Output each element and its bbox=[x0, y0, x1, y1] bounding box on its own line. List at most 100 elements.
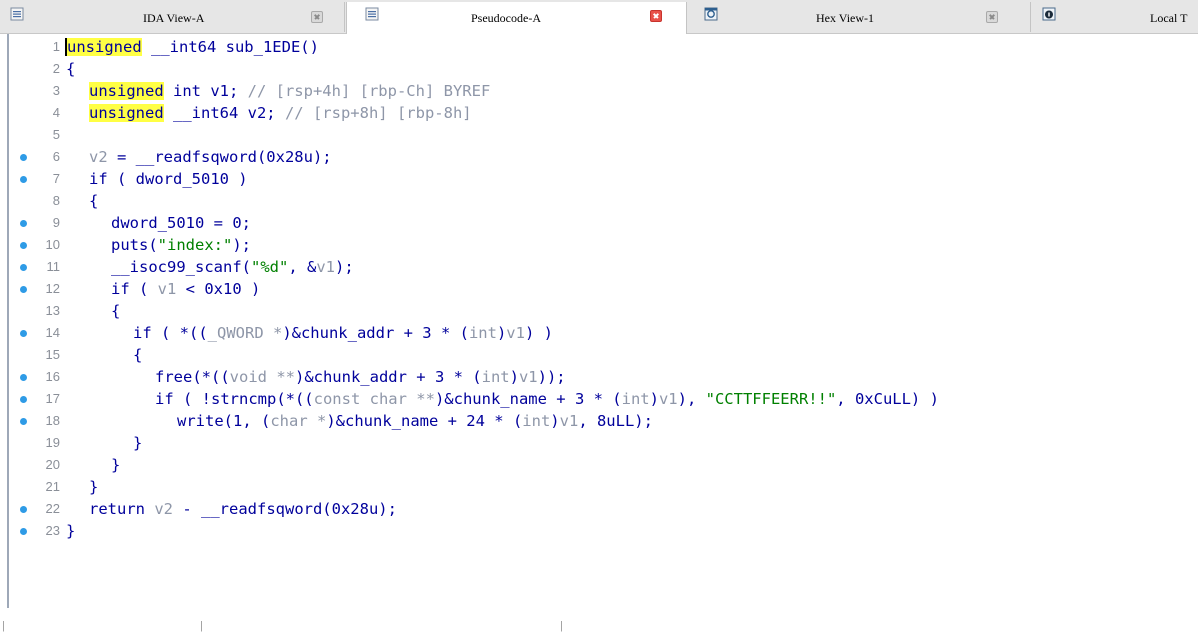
line-number: 12 bbox=[45, 281, 60, 296]
line-number: 6 bbox=[52, 149, 60, 164]
breakpoint-dot[interactable] bbox=[20, 176, 27, 183]
code-line[interactable]: 13 { bbox=[0, 300, 1198, 322]
line-number: 2 bbox=[52, 61, 60, 76]
tab-hex-view-1[interactable]: Hex View-1 bbox=[688, 2, 1031, 32]
code-type: int bbox=[468, 324, 497, 342]
code-line[interactable]: 7 if ( dword_5010 ) bbox=[0, 168, 1198, 190]
line-number: 13 bbox=[45, 303, 60, 318]
code-text: { bbox=[66, 60, 76, 78]
code-line[interactable]: 19 } bbox=[0, 432, 1198, 454]
breakpoint-dot[interactable] bbox=[20, 506, 27, 513]
status-divider: | bbox=[200, 620, 203, 632]
breakpoint-dot[interactable] bbox=[20, 220, 27, 227]
code-token: )&chunk_name + 3 * ( bbox=[434, 390, 622, 408]
code-token: < 0x10 ) bbox=[176, 280, 261, 298]
line-number: 9 bbox=[52, 215, 60, 230]
code-line[interactable]: 6 v2 = __readfsqword(0x28u); bbox=[0, 146, 1198, 168]
code-token: )); bbox=[537, 368, 566, 386]
tab-label: Hex View-1 bbox=[816, 11, 875, 25]
breakpoint-dot[interactable] bbox=[20, 242, 27, 249]
code-token: if ( *(( bbox=[133, 324, 208, 342]
code-line[interactable]: 18 write(1, (char *)&chunk_name + 24 * (… bbox=[0, 410, 1198, 432]
code-text: write(1, (char *)&chunk_name + 24 * (int… bbox=[177, 411, 653, 431]
code-comment: // [rsp+8h] [rbp-8h] bbox=[275, 104, 472, 122]
code-token: ) bbox=[509, 368, 519, 386]
line-number: 19 bbox=[45, 435, 60, 450]
code-line[interactable]: 2 { bbox=[0, 58, 1198, 80]
code-text: } bbox=[111, 456, 121, 474]
code-string: "%d" bbox=[250, 258, 289, 276]
code-string: "CCTTFFEERR!!" bbox=[705, 390, 837, 408]
line-number: 14 bbox=[45, 325, 60, 340]
code-text: } bbox=[89, 478, 99, 496]
code-line[interactable]: 15 { bbox=[0, 344, 1198, 366]
code-text: } bbox=[133, 434, 143, 452]
tab-label: Local T bbox=[1150, 11, 1188, 25]
breakpoint-dot[interactable] bbox=[20, 418, 27, 425]
status-divider: | bbox=[560, 620, 563, 632]
tab-bar: IDA View-A Pseudocode-A Hex View-1 Local… bbox=[0, 0, 1198, 34]
code-token: ) bbox=[496, 324, 507, 342]
code-text: puts("index:"); bbox=[111, 235, 251, 255]
tab-pseudocode-a[interactable]: Pseudocode-A bbox=[346, 2, 687, 34]
code-text: dword_5010 = 0; bbox=[111, 214, 251, 232]
code-text: } bbox=[66, 522, 76, 540]
code-line[interactable]: 22 return v2 - __readfsqword(0x28u); bbox=[0, 498, 1198, 520]
code-line[interactable]: 14 if ( *((_QWORD *)&chunk_addr + 3 * (i… bbox=[0, 322, 1198, 344]
code-text: unsigned __int64 sub_1EDE() bbox=[65, 37, 319, 57]
breakpoint-dot[interactable] bbox=[20, 396, 27, 403]
line-number: 5 bbox=[52, 127, 60, 142]
close-icon[interactable] bbox=[650, 10, 662, 22]
hex-icon bbox=[704, 7, 718, 21]
code-line[interactable]: 5 bbox=[0, 124, 1198, 146]
code-type: const char ** bbox=[313, 390, 435, 408]
code-var: v1 bbox=[316, 258, 335, 276]
tab-ida-view-a[interactable]: IDA View-A bbox=[0, 2, 345, 32]
code-var: v1 bbox=[506, 324, 525, 342]
breakpoint-dot[interactable] bbox=[20, 330, 27, 337]
code-text: if ( *((_QWORD *)&chunk_addr + 3 * (int)… bbox=[133, 323, 553, 343]
code-token: write(1, ( bbox=[177, 412, 271, 430]
close-icon[interactable] bbox=[986, 11, 998, 23]
code-line[interactable]: 11 __isoc99_scanf("%d", &v1); bbox=[0, 256, 1198, 278]
code-line[interactable]: 9 dword_5010 = 0; bbox=[0, 212, 1198, 234]
line-number: 22 bbox=[45, 501, 60, 516]
code-token: __int64 sub_1EDE() bbox=[141, 38, 319, 56]
breakpoint-dot[interactable] bbox=[20, 264, 27, 271]
code-token: ); bbox=[232, 236, 251, 254]
code-line[interactable]: 3 unsigned int v1; // [rsp+4h] [rbp-Ch] … bbox=[0, 80, 1198, 102]
code-line[interactable]: 21 } bbox=[0, 476, 1198, 498]
code-token: ), bbox=[677, 390, 706, 408]
code-line[interactable]: 16 free(*((void **)&chunk_addr + 3 * (in… bbox=[0, 366, 1198, 388]
code-text: { bbox=[133, 346, 143, 364]
code-line[interactable]: 8 { bbox=[0, 190, 1198, 212]
line-number: 7 bbox=[52, 171, 60, 186]
code-line[interactable]: 20 } bbox=[0, 454, 1198, 476]
tab-label: IDA View-A bbox=[143, 11, 205, 25]
code-token: - __readfsqword(0x28u); bbox=[173, 500, 397, 518]
code-line[interactable]: 12 if ( v1 < 0x10 ) bbox=[0, 278, 1198, 300]
code-token: free(*(( bbox=[155, 368, 230, 386]
breakpoint-dot[interactable] bbox=[20, 286, 27, 293]
line-number: 10 bbox=[45, 237, 60, 252]
code-text: if ( dword_5010 ) bbox=[89, 170, 248, 188]
code-line[interactable]: 10 puts("index:"); bbox=[0, 234, 1198, 256]
code-line[interactable]: 4 unsigned __int64 v2; // [rsp+8h] [rbp-… bbox=[0, 102, 1198, 124]
code-line[interactable]: 17 if ( !strncmp(*((const char **)&chunk… bbox=[0, 388, 1198, 410]
code-token: ) bbox=[649, 390, 659, 408]
code-var: v2 bbox=[89, 148, 108, 166]
line-number: 18 bbox=[45, 413, 60, 428]
breakpoint-dot[interactable] bbox=[20, 374, 27, 381]
breakpoint-dot[interactable] bbox=[20, 528, 27, 535]
code-line[interactable]: 23 } bbox=[0, 520, 1198, 542]
line-number: 16 bbox=[45, 369, 60, 384]
close-icon[interactable] bbox=[311, 11, 323, 23]
code-text: { bbox=[111, 302, 121, 320]
breakpoint-dot[interactable] bbox=[20, 154, 27, 161]
code-line[interactable]: 1 unsigned __int64 sub_1EDE() bbox=[0, 36, 1198, 58]
tab-local-types[interactable]: Local T bbox=[1032, 2, 1198, 32]
code-text: unsigned int v1; // [rsp+4h] [rbp-Ch] BY… bbox=[89, 81, 490, 101]
code-token: , 0xCuLL) ) bbox=[836, 390, 939, 408]
keyword-highlight: unsigned bbox=[67, 38, 142, 56]
tab-label: Pseudocode-A bbox=[471, 11, 541, 25]
